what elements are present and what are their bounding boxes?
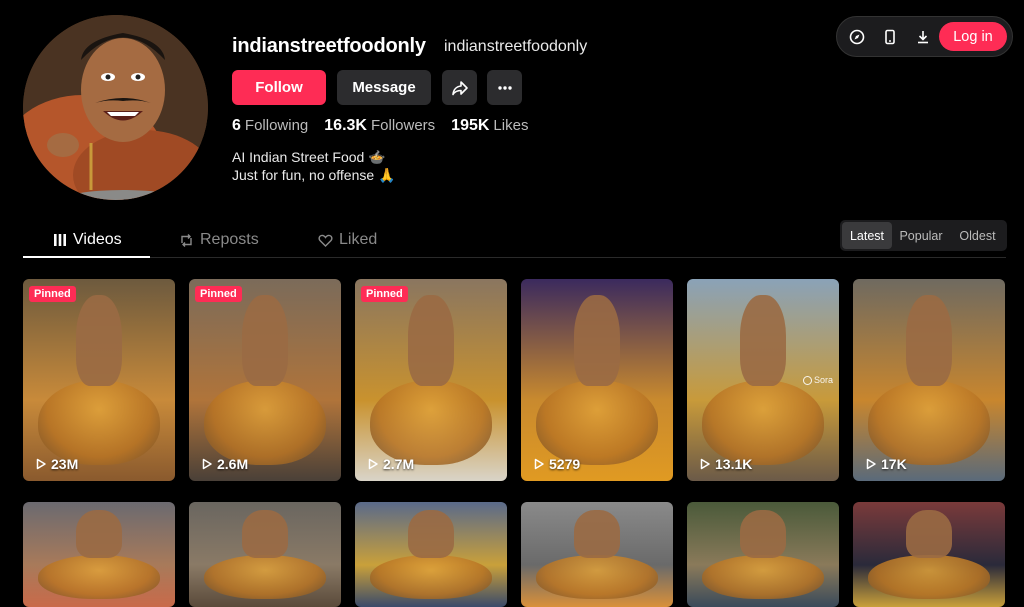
play-icon: [202, 458, 212, 470]
pinned-badge: Pinned: [361, 286, 408, 302]
sort-latest[interactable]: Latest: [842, 222, 892, 249]
play-icon: [700, 458, 710, 470]
bio: AI Indian Street Food 🍲 Just for fun, no…: [232, 148, 396, 184]
thumbnail-figure: [906, 295, 952, 387]
thumbnail-image: [868, 380, 990, 465]
thumbnail-figure: [242, 510, 288, 558]
thumbnail-image: [38, 554, 160, 599]
nickname: indianstreetfoodonly: [444, 38, 588, 55]
thumbnail-figure: [76, 295, 122, 387]
thumbnail-image: [702, 554, 824, 599]
view-count: 5279: [533, 456, 580, 472]
thumbnail-image: [204, 554, 326, 599]
video-thumbnail[interactable]: 5279: [521, 279, 673, 481]
thumbnail-figure: [574, 295, 620, 387]
sora-watermark: Sora: [802, 375, 833, 385]
thumbnail-image: [370, 380, 492, 465]
grid-icon: [54, 234, 66, 246]
follow-button[interactable]: Follow: [232, 70, 326, 105]
thumbnail-figure: [574, 510, 620, 558]
active-tab-indicator: [23, 256, 150, 258]
play-icon: [866, 458, 876, 470]
login-button[interactable]: Log in: [939, 22, 1007, 51]
download-icon[interactable]: [909, 23, 937, 51]
thumbnail-image: [370, 554, 492, 599]
thumbnail-figure: [408, 510, 454, 558]
repost-icon: [181, 233, 192, 247]
username: indianstreetfoodonly: [232, 35, 426, 57]
compass-icon[interactable]: [843, 23, 871, 51]
bio-line: AI Indian Street Food 🍲: [232, 149, 386, 165]
profile-stats: 6 Following 16.3K Followers 195K Likes: [232, 117, 528, 135]
play-icon: [36, 458, 46, 470]
stat-following[interactable]: 6 Following: [232, 117, 308, 135]
top-action-bar: Log in: [836, 16, 1013, 57]
thumbnail-image: [702, 380, 824, 465]
thumbnail-figure: [76, 510, 122, 558]
pinned-badge: Pinned: [29, 286, 76, 302]
share-icon: [451, 80, 468, 95]
thumbnail-figure: [906, 510, 952, 558]
thumbnail-image: [38, 380, 160, 465]
view-count: 13.1K: [699, 456, 752, 472]
view-count: 17K: [865, 456, 907, 472]
share-button[interactable]: [442, 70, 477, 105]
sort-selector: Latest Popular Oldest: [840, 220, 1007, 251]
thumbnail-image: [536, 554, 658, 599]
video-thumbnail[interactable]: 17K: [853, 279, 1005, 481]
play-icon: [534, 458, 544, 470]
sort-popular[interactable]: Popular: [892, 222, 950, 249]
heart-icon: [318, 234, 333, 247]
more-options-button[interactable]: [487, 70, 522, 105]
thumbnail-image: [204, 380, 326, 465]
tab-liked[interactable]: Liked: [318, 222, 377, 258]
view-count: 2.7M: [367, 456, 414, 472]
video-thumbnail[interactable]: Sora 13.1K: [687, 279, 839, 481]
tab-videos[interactable]: Videos: [53, 222, 122, 258]
thumbnail-image: [868, 554, 990, 599]
message-button[interactable]: Message: [337, 70, 431, 105]
thumbnail-figure: [740, 295, 786, 387]
video-thumbnail[interactable]: Pinned 2.6M: [189, 279, 341, 481]
video-thumbnail[interactable]: [23, 502, 175, 607]
stat-followers[interactable]: 16.3K Followers: [324, 117, 435, 135]
video-thumbnail[interactable]: Pinned 2.7M: [355, 279, 507, 481]
video-thumbnail[interactable]: [687, 502, 839, 607]
bio-line: Just for fun, no offense 🙏: [232, 167, 396, 183]
avatar[interactable]: [23, 15, 208, 200]
stat-likes: 195K Likes: [451, 117, 529, 134]
phone-icon[interactable]: [876, 23, 904, 51]
thumbnail-figure: [242, 295, 288, 387]
thumbnail-figure: [740, 510, 786, 558]
video-thumbnail[interactable]: [355, 502, 507, 607]
thumbnail-figure: [408, 295, 454, 387]
video-thumbnail[interactable]: [189, 502, 341, 607]
view-count: 2.6M: [201, 456, 248, 472]
video-thumbnail[interactable]: Pinned 23M: [23, 279, 175, 481]
sort-oldest[interactable]: Oldest: [950, 222, 1005, 249]
view-count: 23M: [35, 456, 78, 472]
pinned-badge: Pinned: [195, 286, 242, 302]
tab-reposts[interactable]: Reposts: [179, 222, 259, 258]
video-thumbnail[interactable]: [521, 502, 673, 607]
thumbnail-image: [536, 380, 658, 465]
video-thumbnail[interactable]: [853, 502, 1005, 607]
ellipsis-icon: [497, 85, 512, 90]
play-icon: [368, 458, 378, 470]
